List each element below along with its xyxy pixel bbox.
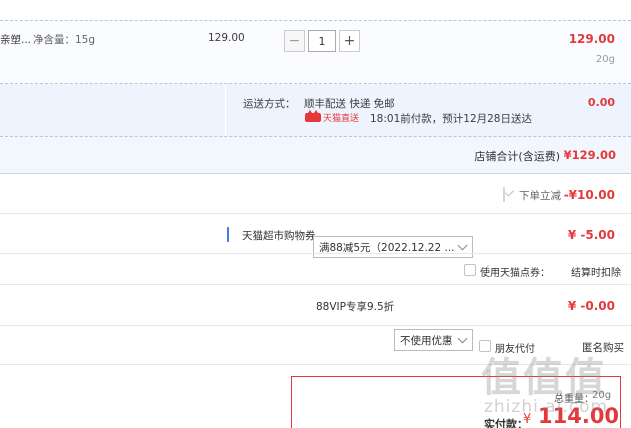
row-divider: [0, 284, 631, 285]
watermark-logo: 值值值: [481, 354, 607, 401]
coupon-select[interactable]: 满88减5元（2022.12.22 ...: [313, 236, 473, 258]
vip-selected-value: 不使用优惠: [400, 334, 453, 347]
vip-discount-label: 88VIP专享9.5折: [316, 301, 395, 313]
quantity-stepper: − 1 +: [284, 30, 360, 52]
row-divider: [0, 253, 631, 254]
item-spec: 净含量：15g: [33, 34, 96, 46]
vip-discount-amount: ¥ -0.00: [567, 299, 615, 313]
store-total-amount: ¥129.00: [563, 148, 616, 162]
tmall-cat-icon: [305, 110, 321, 122]
tmall-direct-label: 天猫直送: [323, 114, 360, 124]
row-divider: [0, 325, 631, 326]
item-unit-price: 129.00: [208, 32, 245, 44]
instant-discount-label: 下单立减: [519, 190, 561, 202]
chevron-down-icon: [457, 333, 468, 344]
item-subtotal: 129.00: [568, 32, 615, 46]
tmall-direct-badge: 天猫直送: [305, 110, 360, 124]
coupon-amount: ¥ -5.00: [567, 228, 615, 242]
instant-discount-amount: -¥10.00: [563, 188, 615, 202]
watermark-text: zhizhi.ai.com: [484, 397, 609, 417]
shipping-label: 运送方式：: [243, 98, 296, 110]
coupon-label: 天猫超市购物券: [242, 230, 316, 242]
item-weight: 20g: [595, 54, 615, 65]
delivery-estimate: 18:01前付款，预计12月28日送达: [370, 113, 532, 125]
points-checkbox[interactable]: [464, 264, 476, 276]
shipping-method: 顺丰配送 快递 免邮: [304, 98, 395, 110]
instant-discount-checkbox: [503, 187, 505, 202]
chevron-down-icon: [457, 240, 468, 251]
actual-payment-label: 实付款：: [484, 418, 528, 428]
row-divider: [0, 213, 631, 214]
points-deduct-note: 结算时扣除: [571, 268, 621, 279]
coupon-checkbox[interactable]: [227, 227, 229, 242]
store-total-label: 店铺合计(含运费): [474, 150, 560, 163]
points-label: 使用天猫点券：: [480, 268, 550, 279]
vip-discount-select[interactable]: 不使用优惠: [394, 329, 473, 351]
shipping-divider: [225, 84, 226, 136]
shipping-fee: 0.00: [587, 96, 615, 109]
item-title[interactable]: 亲塑...: [0, 32, 31, 47]
increase-quantity-button[interactable]: +: [339, 30, 360, 52]
decrease-quantity-button[interactable]: −: [284, 30, 305, 52]
quantity-input[interactable]: 1: [308, 30, 336, 52]
